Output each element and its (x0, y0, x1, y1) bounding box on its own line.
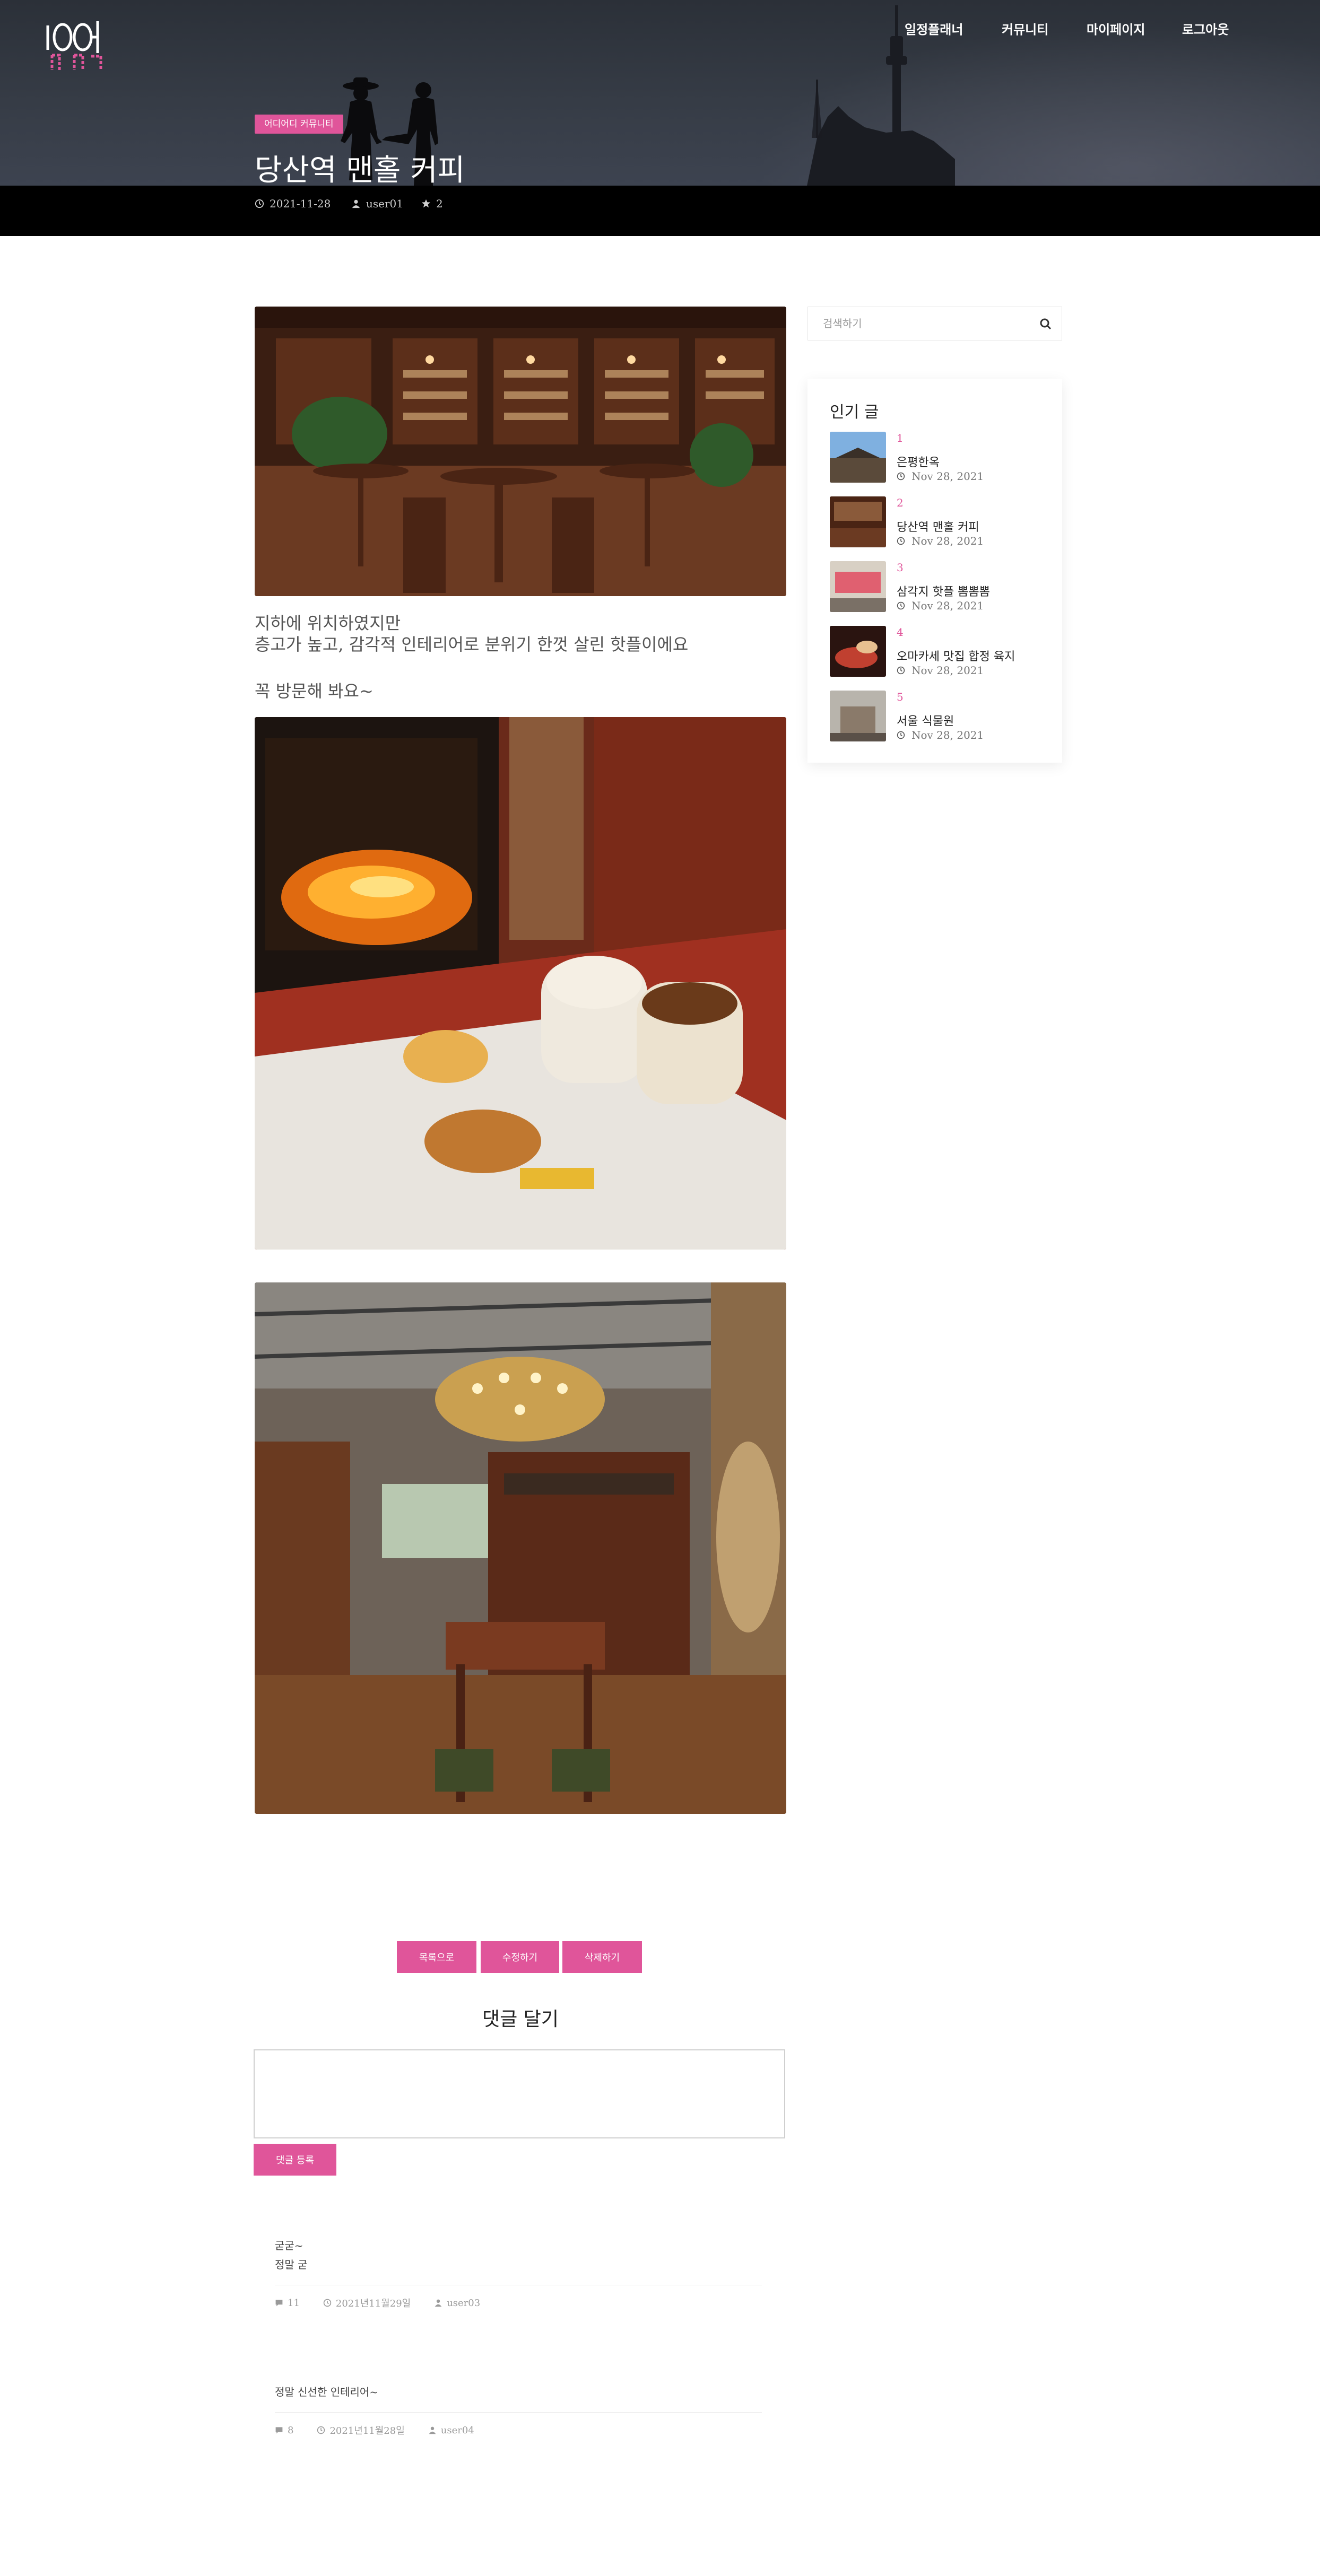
popular-post-rank: 3 (897, 561, 904, 574)
cafe-library-photo (255, 307, 786, 596)
comment-count: 8 (288, 2424, 294, 2436)
category-badge[interactable]: 어디어디 커뮤니티 (255, 115, 343, 134)
user-icon (429, 2426, 436, 2434)
edit-button[interactable]: 수정하기 (481, 1941, 559, 1973)
popular-posts-widget: 인기 글 1 은평한옥 Nov 28, 2021 2 당산역 맨홀 커피 Nov… (807, 379, 1062, 763)
clock-icon (897, 601, 905, 610)
popular-post-title[interactable]: 삼각지 핫플 뽐뽐뽐 (897, 582, 990, 599)
nav-community[interactable]: 커뮤니티 (1002, 19, 1048, 38)
comment-author: user03 (447, 2297, 481, 2309)
comment-text: 정말 굳 (275, 2258, 308, 2271)
popular-post-title[interactable]: 오마카세 맛집 합정 육지 (897, 647, 1015, 664)
post-body-line: 층고가 높고, 감각적 인테리어로 분위기 한껏 살린 핫플이에요 (255, 634, 689, 654)
page-title: 당산역 맨홀 커피 (255, 153, 465, 186)
popular-post-rank: 4 (897, 626, 904, 639)
popular-post-rank: 5 (897, 691, 904, 703)
clock-icon (255, 199, 264, 208)
popular-post-item[interactable]: 2 당산역 맨홀 커피 Nov 28, 2021 (830, 496, 1053, 555)
clock-icon (323, 2299, 332, 2307)
popular-post-date: Nov 28, 2021 (897, 729, 984, 741)
comment-divider (275, 2412, 762, 2413)
popular-post-date: Nov 28, 2021 (897, 664, 984, 677)
popular-post-date: Nov 28, 2021 (897, 535, 984, 547)
comment-item: 굳굳~ 정말 굳 11 2021년11월29일 user03 (275, 2236, 762, 2310)
post-meta-bar (0, 186, 1320, 236)
post-body: 지하에 위치하였지만 층고가 높고, 감각적 인테리어로 분위기 한껏 살린 핫… (255, 613, 786, 702)
comment-date: 2021년11월28일 (329, 2425, 405, 2437)
comment-date: 2021년11월29일 (335, 2298, 411, 2309)
clock-icon (897, 537, 905, 545)
search-box (807, 307, 1062, 340)
popular-post-rank: 1 (897, 432, 904, 444)
post-likes-text: 2 (436, 197, 443, 210)
search-icon[interactable] (1039, 318, 1052, 330)
popular-post-date-text: Nov 28, 2021 (911, 535, 984, 547)
cafe-interior-photo (255, 1282, 786, 1814)
popular-post-item[interactable]: 5 서울 식물원 Nov 28, 2021 (830, 691, 1053, 749)
comment-icon (275, 2427, 283, 2434)
clock-icon (897, 731, 905, 739)
popular-posts-title: 인기 글 (830, 403, 879, 422)
comment-item: 정말 신선한 인테리어~ 8 2021년11월28일 user04 (275, 2382, 762, 2437)
comment-icon (275, 2300, 283, 2307)
nav-logout[interactable]: 로그아웃 (1182, 19, 1229, 38)
popular-post-date: Nov 28, 2021 (897, 470, 984, 483)
post-author: user01 (351, 197, 403, 210)
post-date-text: 2021-11-28 (270, 197, 331, 210)
post-body-line: 꼭 방문해 봐요~ (255, 681, 374, 701)
comment-count: 11 (288, 2297, 300, 2309)
popular-post-thumbnail (830, 561, 886, 612)
star-icon (421, 199, 431, 208)
popular-post-item[interactable]: 1 은평한옥 Nov 28, 2021 (830, 432, 1053, 490)
seoul-tower-silhouette (807, 5, 955, 186)
popular-post-rank: 2 (897, 496, 904, 509)
post-date: 2021-11-28 (255, 197, 331, 210)
back-to-list-button[interactable]: 목록으로 (397, 1941, 476, 1973)
clock-icon (897, 666, 905, 675)
comment-textarea[interactable] (254, 2049, 785, 2138)
comment-text: 정말 신선한 인테리어~ (275, 2386, 379, 2398)
popular-post-title[interactable]: 은평한옥 (897, 453, 940, 470)
clock-icon (317, 2426, 325, 2434)
post-author-text: user01 (366, 197, 403, 210)
user-icon (435, 2299, 442, 2307)
popular-post-date-text: Nov 28, 2021 (911, 470, 984, 483)
delete-button[interactable]: 삭제하기 (562, 1941, 642, 1973)
popular-post-item[interactable]: 4 오마카세 맛집 합정 육지 Nov 28, 2021 (830, 626, 1053, 684)
comment-heading: 댓글 달기 (482, 2009, 559, 2030)
comment-meta: 8 2021년11월28일 user04 (275, 2423, 762, 2437)
search-input[interactable] (808, 307, 1026, 340)
post-likes: 2 (421, 197, 443, 210)
post-body-line: 지하에 위치하였지만 (255, 613, 401, 633)
popular-post-date: Nov 28, 2021 (897, 599, 984, 612)
popular-post-item[interactable]: 3 삼각지 핫플 뽐뽐뽐 Nov 28, 2021 (830, 561, 1053, 619)
popular-post-title[interactable]: 서울 식물원 (897, 712, 954, 729)
popular-post-thumbnail (830, 626, 886, 677)
clock-icon (897, 472, 905, 481)
comment-meta: 11 2021년11월29일 user03 (275, 2296, 762, 2310)
popular-post-thumbnail (830, 432, 886, 483)
popular-post-title[interactable]: 당산역 맨홀 커피 (897, 518, 979, 535)
main-nav: 일정플래너 커뮤니티 마이페이지 로그아웃 (0, 19, 1320, 40)
comment-author: user04 (440, 2424, 474, 2436)
comment-submit-button[interactable]: 댓글 등록 (254, 2144, 336, 2176)
popular-post-date-text: Nov 28, 2021 (911, 664, 984, 677)
popular-post-date-text: Nov 28, 2021 (911, 729, 984, 741)
user-icon (352, 199, 360, 208)
nav-mypage[interactable]: 마이페이지 (1087, 19, 1145, 38)
popular-post-date-text: Nov 28, 2021 (911, 599, 984, 612)
popular-post-thumbnail (830, 496, 886, 547)
hero-header: 일정플래너 커뮤니티 마이페이지 로그아웃 어디어디 커뮤니티 당산역 맨홀 커… (0, 0, 1320, 186)
fireplace-coffee-photo (255, 717, 786, 1250)
comment-text: 굳굳~ (275, 2239, 303, 2252)
popular-post-thumbnail (830, 691, 886, 741)
